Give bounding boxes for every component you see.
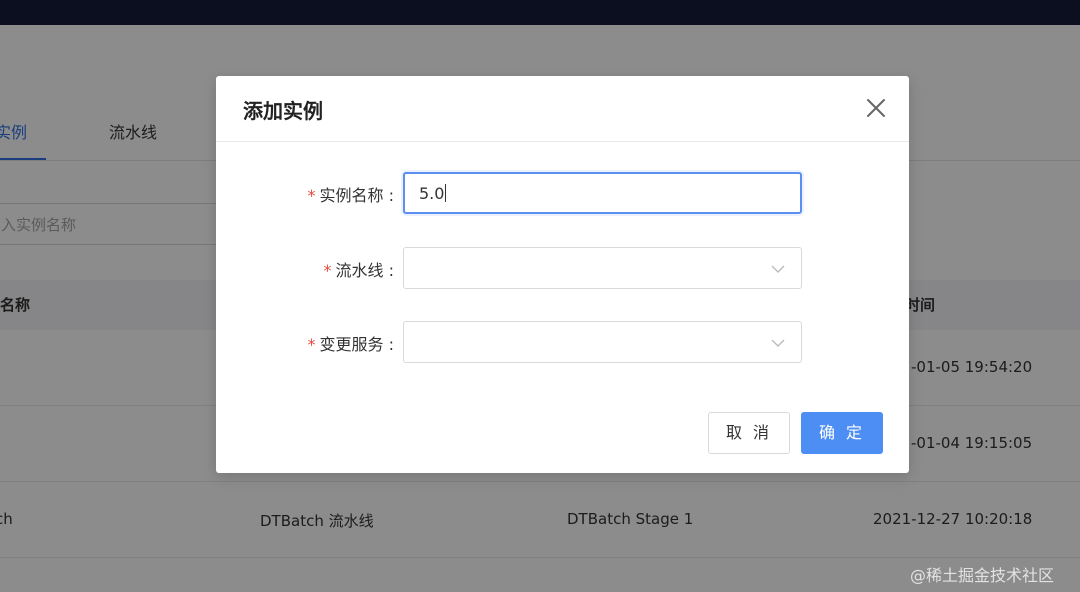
field-label: 实例名称 : <box>319 186 394 205</box>
dialog-title: 添加实例 <box>243 99 323 123</box>
form-row-pipeline: * 流水线 : <box>216 247 909 289</box>
required-mark: * <box>323 261 332 280</box>
pipeline-label: * 流水线 : <box>324 257 394 281</box>
chevron-down-icon <box>771 265 785 273</box>
chevron-down-icon <box>771 339 785 347</box>
change-service-label: * 变更服务 : <box>308 331 394 355</box>
close-icon <box>867 99 885 117</box>
watermark: @稀土掘金技术社区 <box>910 566 1055 585</box>
instance-name-label: * 实例名称 : <box>308 182 394 206</box>
change-service-select[interactable] <box>403 321 802 363</box>
cancel-button[interactable]: 取 消 <box>708 412 790 454</box>
text-cursor <box>445 184 447 202</box>
top-navbar <box>0 0 1080 25</box>
pipeline-select[interactable] <box>403 247 802 289</box>
instance-name-value: 5.0 <box>419 184 445 203</box>
required-mark: * <box>307 335 316 354</box>
instance-name-input[interactable]: 5.0 <box>403 172 802 214</box>
close-button[interactable] <box>864 96 888 120</box>
form-row-change-service: * 变更服务 : <box>216 321 909 363</box>
dialog-header: 添加实例 <box>216 76 909 142</box>
field-label: 流水线 : <box>335 261 394 280</box>
required-mark: * <box>307 186 316 205</box>
add-instance-dialog: 添加实例 * 实例名称 : 5.0 * 流水线 : * 变更服务 : 取 消 确 定 <box>216 76 909 473</box>
field-label: 变更服务 : <box>319 335 394 354</box>
form-row-instance-name: * 实例名称 : 5.0 <box>216 172 909 214</box>
confirm-button[interactable]: 确 定 <box>801 412 883 454</box>
